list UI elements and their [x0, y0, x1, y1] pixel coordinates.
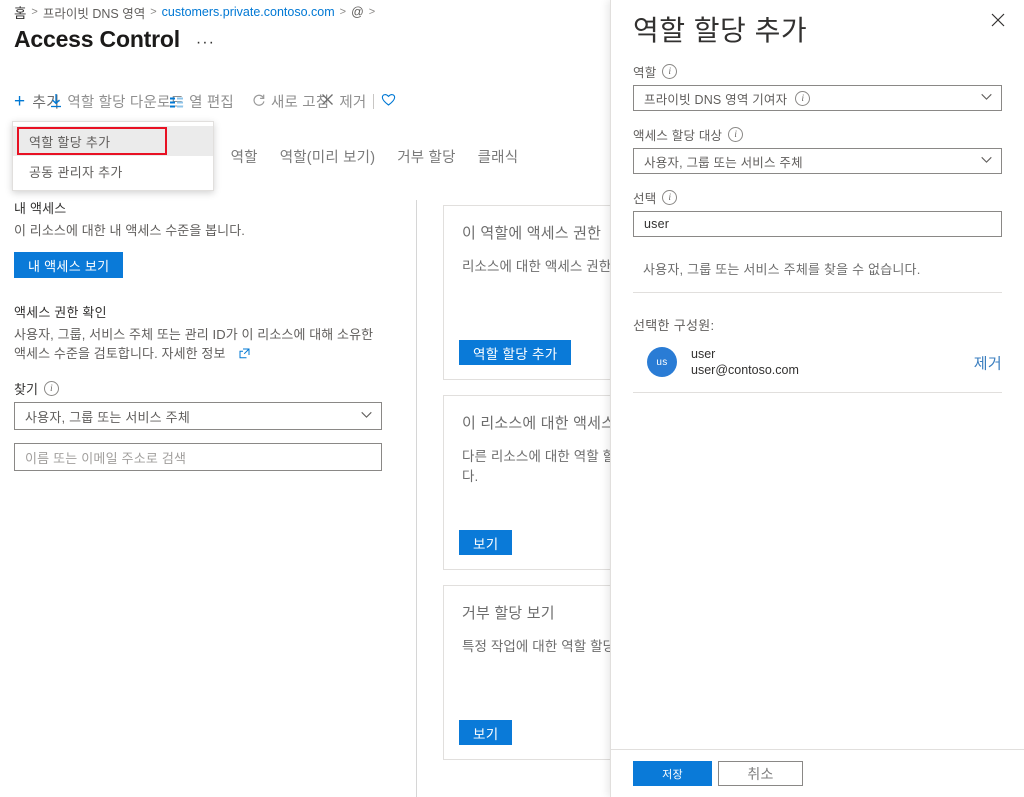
- tab-bar: nts 역할 역할(미리 보기) 거부 할당 클래식: [190, 146, 518, 167]
- assign-access-to-label-text: 액세스 할당 대상: [633, 125, 722, 144]
- chevron-down-icon: [361, 411, 372, 422]
- more-options-icon[interactable]: ···: [196, 38, 215, 48]
- refresh-icon: [252, 93, 266, 110]
- columns-icon: [170, 96, 184, 107]
- role-select-value: 프라이빗 DNS 영역 기여자: [644, 89, 787, 108]
- access-search-input[interactable]: 이름 또는 이메일 주소로 검색: [14, 443, 382, 471]
- left-column: 내 액세스 이 리소스에 대한 내 액세스 수준을 봅니다. 내 액세스 보기 …: [14, 198, 382, 471]
- check-access-title: 액세스 권한 확인: [14, 302, 382, 321]
- view-resource-access-button[interactable]: 보기: [459, 530, 512, 555]
- assign-access-to-select[interactable]: 사용자, 그룹 또는 서비스 주체: [633, 148, 1002, 174]
- member-email: user@contoso.com: [691, 362, 799, 378]
- assign-access-to-value: 사용자, 그룹 또는 서비스 주체: [644, 152, 803, 171]
- info-icon[interactable]: i: [662, 190, 677, 205]
- panel-body: 역할 i 프라이빗 DNS 영역 기여자 i 액세스 할당 대상 i 사용자, …: [611, 48, 1024, 393]
- menu-item-label: 공동 관리자 추가: [29, 162, 123, 181]
- panel-footer: 저장 취소: [611, 749, 1024, 797]
- my-access-description: 이 리소스에 대한 내 액세스 수준을 봅니다.: [14, 221, 382, 240]
- add-role-assignment-panel: 역할 할당 추가 역할 i 프라이빗 DNS 영역 기여자 i 액세스 할당 대…: [610, 0, 1024, 797]
- feedback-button[interactable]: [381, 93, 401, 109]
- avatar: us: [647, 347, 677, 377]
- menu-item-label: 역할 할당 추가: [29, 132, 110, 151]
- breadcrumb-item-zone-name[interactable]: customers.private.contoso.com: [162, 5, 335, 19]
- view-my-access-button[interactable]: 내 액세스 보기: [14, 252, 123, 278]
- view-deny-assignments-button[interactable]: 보기: [459, 720, 512, 745]
- add-dropdown-menu: 역할 할당 추가 공동 관리자 추가: [12, 121, 214, 191]
- tab-classic[interactable]: 클래식: [478, 146, 519, 167]
- cancel-button[interactable]: 취소: [718, 761, 803, 786]
- select-label-text: 선택: [633, 188, 656, 207]
- menu-item-add-co-administrator[interactable]: 공동 관리자 추가: [13, 156, 213, 186]
- page-title-row: Access Control ···: [14, 26, 215, 53]
- my-access-title: 내 액세스: [14, 198, 382, 217]
- panel-title: 역할 할당 추가: [633, 14, 1002, 48]
- close-icon: [321, 93, 334, 109]
- toolbar-divider: [373, 94, 374, 109]
- breadcrumb-separator-icon: >: [369, 6, 375, 18]
- tab-roles-preview[interactable]: 역할(미리 보기): [280, 146, 376, 167]
- save-button[interactable]: 저장: [633, 761, 712, 786]
- chevron-down-icon: [981, 156, 992, 167]
- remove-label: 제거: [339, 91, 366, 112]
- download-role-assignments-button[interactable]: 역할 할당 다운로드: [50, 91, 184, 112]
- selected-members-label: 선택한 구성원:: [633, 293, 1002, 334]
- breadcrumb-separator-icon: >: [150, 6, 156, 18]
- menu-item-add-role-assignment[interactable]: 역할 할당 추가: [13, 126, 213, 156]
- select-field-label: 선택 i: [633, 188, 1002, 207]
- info-icon[interactable]: i: [662, 64, 677, 79]
- edit-columns-label: 열 편집: [189, 91, 234, 112]
- close-icon[interactable]: [986, 8, 1010, 32]
- column-divider: [416, 200, 417, 797]
- heart-icon: [381, 93, 396, 109]
- info-icon[interactable]: i: [44, 381, 59, 396]
- breadcrumb: 홈 > 프라이빗 DNS 영역 > customers.private.cont…: [14, 2, 375, 22]
- role-label-text: 역할: [633, 62, 656, 81]
- panel-header: 역할 할당 추가: [611, 0, 1024, 48]
- external-link-icon[interactable]: [239, 345, 250, 356]
- add-role-assignment-card-button[interactable]: 역할 할당 추가: [459, 340, 571, 365]
- page-title: Access Control: [14, 26, 180, 53]
- no-results-message: 사용자, 그룹 또는 서비스 주체를 찾을 수 없습니다.: [633, 237, 1002, 293]
- find-select-value: 사용자, 그룹 또는 서비스 주체: [25, 407, 190, 426]
- info-icon[interactable]: i: [795, 91, 810, 106]
- tab-roles[interactable]: 역할: [231, 146, 258, 167]
- breadcrumb-separator-icon: >: [340, 6, 346, 18]
- edit-columns-button[interactable]: 열 편집: [170, 91, 234, 112]
- command-toolbar: + 추가 역할 할당 다운로드 열 편집: [14, 88, 401, 114]
- tab-deny-assignments[interactable]: 거부 할당: [397, 146, 455, 167]
- selected-member-row: us user user@contoso.com 제거: [633, 334, 1002, 393]
- check-access-description-line1: 사용자, 그룹, 서비스 주체 또는 관리 ID가 이 리소스에 대해 소유한: [14, 327, 373, 342]
- assign-access-to-field-label: 액세스 할당 대상 i: [633, 125, 1002, 144]
- download-icon: [50, 94, 62, 108]
- info-icon[interactable]: i: [728, 127, 743, 142]
- select-member-input[interactable]: user: [633, 211, 1002, 237]
- member-info: user user@contoso.com: [691, 346, 799, 378]
- download-button-label: 역할 할당 다운로드: [67, 91, 184, 112]
- remove-button[interactable]: 제거: [321, 91, 366, 112]
- breadcrumb-separator-icon: >: [31, 6, 37, 18]
- role-field-label: 역할 i: [633, 62, 1002, 81]
- find-field-label: 찾기 i: [14, 379, 382, 398]
- breadcrumb-item-record[interactable]: @: [351, 5, 364, 19]
- member-name: user: [691, 346, 799, 362]
- remove-member-button[interactable]: 제거: [974, 353, 1002, 374]
- check-access-description-line2: 액세스 수준을 검토합니다. 자세한 정보: [14, 346, 226, 361]
- find-label-text: 찾기: [14, 379, 38, 398]
- refresh-button[interactable]: 새로 고침: [252, 91, 329, 112]
- plus-icon: +: [14, 92, 25, 111]
- breadcrumb-item-home[interactable]: 홈: [14, 2, 26, 22]
- find-select[interactable]: 사용자, 그룹 또는 서비스 주체: [14, 402, 382, 430]
- check-access-description: 사용자, 그룹, 서비스 주체 또는 관리 ID가 이 리소스에 대해 소유한 …: [14, 325, 382, 363]
- role-select[interactable]: 프라이빗 DNS 영역 기여자 i: [633, 85, 1002, 111]
- breadcrumb-item-dns-zone[interactable]: 프라이빗 DNS 영역: [43, 3, 145, 22]
- chevron-down-icon: [981, 93, 992, 104]
